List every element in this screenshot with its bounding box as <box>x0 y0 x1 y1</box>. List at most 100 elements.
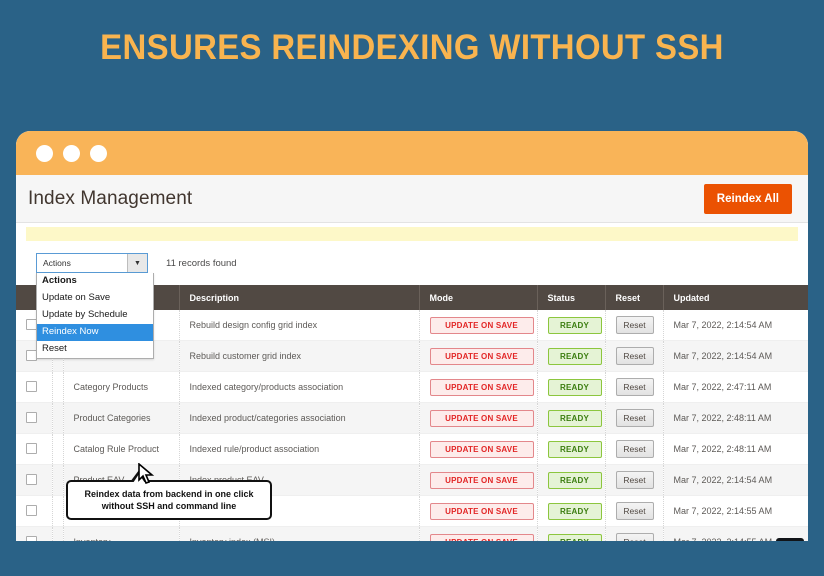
row-checkbox-cell <box>16 433 53 465</box>
table-row: Catalog Rule Product Indexed rule/product… <box>16 433 808 465</box>
cell-status: READY <box>537 310 606 341</box>
row-checkbox-cell <box>16 371 53 403</box>
cell-updated: Mar 7, 2022, 2:14:54 AM <box>663 340 808 372</box>
chevron-down-icon[interactable]: ▼ <box>127 254 147 272</box>
tooltip-line-2: without SSH and command line <box>101 501 237 511</box>
browser-titlebar <box>16 131 808 175</box>
cell-id <box>52 371 64 403</box>
cell-updated: Mar 7, 2022, 2:14:55 AM <box>663 495 808 527</box>
cell-mode: UPDATE ON SAVE <box>419 464 538 496</box>
cell-updated: Mar 7, 2022, 2:48:11 AM <box>663 433 808 465</box>
cell-mode: UPDATE ON SAVE <box>419 340 538 372</box>
reset-button[interactable]: Reset <box>615 471 654 489</box>
cell-id <box>52 526 64 541</box>
row-checkbox[interactable] <box>26 504 37 516</box>
reindex-all-button[interactable]: Reindex All <box>703 183 792 214</box>
cell-status: READY <box>537 526 606 541</box>
cell-description: Indexed rule/product association <box>179 433 420 465</box>
actions-select[interactable]: Actions ▼ <box>36 253 148 273</box>
row-checkbox[interactable] <box>26 380 37 392</box>
reset-button[interactable]: Reset <box>615 409 654 427</box>
mode-badge: UPDATE ON SAVE <box>429 378 534 396</box>
reset-button[interactable]: Reset <box>615 347 654 365</box>
status-badge: READY <box>547 471 602 489</box>
cell-indexer-name: Category Products <box>63 371 180 403</box>
cell-mode: UPDATE ON SAVE <box>419 371 538 403</box>
page-title: Index Management <box>28 187 193 209</box>
cell-reset: Reset <box>605 495 664 527</box>
cell-description: Inventory index (MSI) <box>179 526 420 541</box>
mode-badge: UPDATE ON SAVE <box>429 316 534 334</box>
notice-banner <box>26 227 798 241</box>
actions-dropdown-list[interactable]: Actions Update on Save Update by Schedul… <box>36 273 154 359</box>
browser-window-mock: Index Management Reindex All Actions ▼ A… <box>16 131 808 541</box>
dropdown-option-update-on-save[interactable]: Update on Save <box>37 290 153 307</box>
reset-button[interactable]: Reset <box>615 440 654 458</box>
actions-select-wrapper: Actions ▼ Actions Update on Save Update … <box>36 253 154 359</box>
mode-badge: UPDATE ON SAVE <box>429 502 534 520</box>
status-badge: READY <box>547 533 602 541</box>
mouse-cursor-icon <box>138 463 155 484</box>
row-checkbox-cell <box>16 495 53 527</box>
page-headline: Ensures Reindexing Without SSH <box>100 28 724 67</box>
feature-tooltip: Reindex data from backend in one click w… <box>66 470 272 520</box>
mode-badge: UPDATE ON SAVE <box>429 533 534 541</box>
actions-select-value: Actions <box>43 258 71 268</box>
th-updated[interactable]: Updated <box>663 285 808 310</box>
status-badge: READY <box>547 378 602 396</box>
cell-id <box>52 464 64 496</box>
table-row: InventoryInventory index (MSI) UPDATE ON … <box>16 526 808 541</box>
dropdown-option-reset[interactable]: Reset <box>37 341 153 358</box>
reset-button[interactable]: Reset <box>615 316 654 334</box>
cell-updated: Mar 7, 2022, 2:14:54 AM <box>663 310 808 341</box>
cell-mode: UPDATE ON SAVE <box>419 526 538 541</box>
tooltip-line-1: Reindex data from backend in one click <box>84 489 254 499</box>
cell-mode: UPDATE ON SAVE <box>419 310 538 341</box>
status-badge: READY <box>547 347 602 365</box>
cell-description: Rebuild design config grid index <box>179 310 420 341</box>
cell-indexer-name: Inventory <box>63 526 180 541</box>
horizontal-scrollbar-thumb[interactable] <box>776 538 804 541</box>
row-checkbox[interactable] <box>26 411 37 423</box>
reset-button[interactable]: Reset <box>615 502 654 520</box>
cell-reset: Reset <box>605 402 664 434</box>
table-row: Product Categories Indexed product/catego… <box>16 402 808 434</box>
window-close-dot-icon[interactable] <box>36 144 53 162</box>
dropdown-option-reindex-now[interactable]: Reindex Now <box>37 324 153 341</box>
cell-description: Rebuild customer grid index <box>179 340 420 372</box>
cell-id <box>52 495 64 527</box>
th-reset[interactable]: Reset <box>605 285 664 310</box>
cell-mode: UPDATE ON SAVE <box>419 433 538 465</box>
cell-mode: UPDATE ON SAVE <box>419 495 538 527</box>
cell-reset: Reset <box>605 464 664 496</box>
cell-updated: Mar 7, 2022, 2:47:11 AM <box>663 371 808 403</box>
dropdown-option-actions[interactable]: Actions <box>37 273 153 290</box>
cell-status: READY <box>537 340 606 372</box>
mode-badge: UPDATE ON SAVE <box>429 471 534 489</box>
records-found-label: 11 records found <box>166 257 237 269</box>
cell-status: READY <box>537 371 606 403</box>
row-checkbox-cell <box>16 402 53 434</box>
th-mode[interactable]: Mode <box>419 285 538 310</box>
cell-reset: Reset <box>605 310 664 341</box>
row-checkbox-cell <box>16 464 53 496</box>
window-maximize-dot-icon[interactable] <box>90 144 107 162</box>
cell-id <box>52 433 64 465</box>
window-minimize-dot-icon[interactable] <box>63 144 80 162</box>
row-checkbox-cell <box>16 526 53 541</box>
mode-badge: UPDATE ON SAVE <box>429 347 534 365</box>
grid-toolbar: Actions ▼ Actions Update on Save Update … <box>16 241 808 359</box>
reset-button[interactable]: Reset <box>615 378 654 396</box>
cell-indexer-name: Catalog Rule Product <box>63 433 180 465</box>
th-description[interactable]: Description <box>179 285 420 310</box>
status-badge: READY <box>547 409 602 427</box>
row-checkbox[interactable] <box>26 473 37 485</box>
th-status[interactable]: Status <box>537 285 606 310</box>
row-checkbox[interactable] <box>26 535 37 541</box>
cell-indexer-name: Product Categories <box>63 402 180 434</box>
dropdown-option-update-by-schedule[interactable]: Update by Schedule <box>37 307 153 324</box>
cell-description: Indexed category/products association <box>179 371 420 403</box>
cell-updated: Mar 7, 2022, 2:48:11 AM <box>663 402 808 434</box>
reset-button[interactable]: Reset <box>615 533 654 541</box>
row-checkbox[interactable] <box>26 442 37 454</box>
